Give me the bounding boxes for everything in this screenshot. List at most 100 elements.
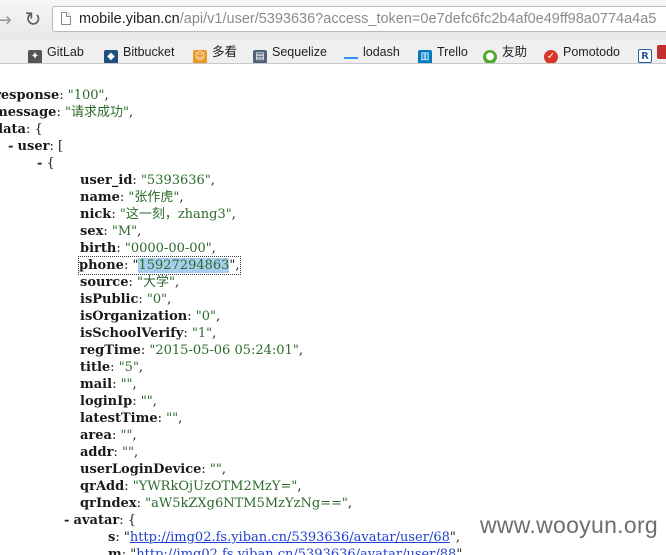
- r-icon: R: [638, 49, 652, 63]
- json-key: user_id: [80, 173, 133, 188]
- json-key: nick: [80, 207, 112, 222]
- json-key: qrIndex: [80, 496, 137, 511]
- json-value: "": [209, 462, 222, 477]
- json-value: "2015-05-06 05:24:01": [149, 343, 299, 358]
- json-key: isSchoolVerify: [80, 326, 184, 341]
- json-line-addr: addr: "",: [80, 445, 139, 460]
- json-value: "": [166, 411, 179, 426]
- gitlab-icon: ✦: [28, 50, 42, 63]
- json-line-birth: birth: "0000-00-00",: [80, 241, 216, 256]
- json-key: regTime: [80, 343, 141, 358]
- json-line-source: source: "大学",: [80, 275, 180, 290]
- json-value: "0": [146, 292, 168, 307]
- json-value: "1": [191, 326, 213, 341]
- address-bar[interactable]: mobile.yiban.cn/api/v1/user/5393636?acce…: [52, 6, 666, 32]
- collapse-toggle[interactable]: -: [8, 139, 13, 154]
- forward-arrow-icon[interactable]: →: [0, 10, 16, 30]
- json-key: latestTime: [80, 411, 158, 426]
- json-key: addr: [80, 445, 114, 460]
- pomotodo-icon: ✓: [544, 50, 558, 63]
- json-line-user: - user: [: [8, 139, 64, 154]
- bookmark-label: Trello: [437, 45, 468, 59]
- avatar-m-link[interactable]: http://img02.fs.yiban.cn/5393636/avatar/…: [136, 547, 456, 555]
- json-key: title: [80, 360, 111, 375]
- bookmark-label: Sequelize: [272, 45, 327, 59]
- json-value: "5": [118, 360, 139, 375]
- sequelize-icon: ▤: [253, 50, 267, 63]
- bookmark-duokan[interactable]: ☺ 多看: [193, 43, 238, 63]
- collapse-toggle[interactable]: -: [64, 513, 69, 528]
- watermark: www.wooyun.org: [479, 512, 658, 538]
- json-value: "aW5kZXg6NTM5MzYzNg==": [145, 496, 348, 511]
- json-key: source: [80, 275, 129, 290]
- bookmark-overflow[interactable]: 扬: [657, 43, 666, 61]
- youzhu-icon: ●: [483, 50, 497, 63]
- json-line-isSchoolVerify: isSchoolVerify: "1",: [80, 326, 217, 341]
- bookmark-lodash[interactable]: lodash: [344, 43, 400, 61]
- bookmark-sequelize[interactable]: ▤ Sequelize: [253, 43, 327, 63]
- json-key: userLoginDevice: [80, 462, 202, 477]
- json-value: "": [120, 377, 133, 392]
- json-line-isOrganization: isOrganization: "0",: [80, 309, 221, 324]
- json-value: "这一刻，zhang3": [119, 207, 232, 222]
- json-key: loginIp: [80, 394, 133, 409]
- json-line-mail: mail: "",: [80, 377, 137, 392]
- bookmark-icon: [657, 45, 666, 59]
- json-key: sex: [80, 224, 104, 239]
- json-line-avatar: - avatar: {: [64, 513, 137, 528]
- bookmark-label: 友助: [502, 45, 528, 59]
- bookmark-label: Pomotodo: [563, 45, 620, 59]
- url-text[interactable]: mobile.yiban.cn/api/v1/user/5393636?acce…: [79, 11, 656, 28]
- bookmark-pomotodo[interactable]: ✓ Pomotodo: [544, 43, 620, 63]
- json-key: qrAdd: [80, 479, 125, 494]
- json-line-avatar-s: s: "http://img02.fs.yiban.cn/5393636/ava…: [108, 530, 461, 545]
- bookmark-youzhu[interactable]: ● 友助: [483, 43, 528, 63]
- json-line-area: area: "",: [80, 428, 137, 443]
- bookmarks-bar: 用 ✦ GitLab ◆ Bitbucket ☺ 多看 ▤ Sequelize loda…: [0, 40, 666, 64]
- json-value-selected[interactable]: 15927294863: [138, 258, 230, 273]
- json-line-regTime: regTime: "2015-05-06 05:24:01",: [80, 343, 303, 358]
- json-line-avatar-m: m: "http://img02.fs.yiban.cn/5393636/ava…: [108, 546, 466, 555]
- browser-toolbar: → ↻ mobile.yiban.cn/api/v1/user/5393636?…: [0, 0, 666, 40]
- json-line-nick: nick: "这一刻，zhang3",: [80, 207, 236, 222]
- json-value: "M": [111, 224, 138, 239]
- json-line-data: data: {: [0, 122, 43, 137]
- json-key: birth: [80, 241, 117, 256]
- json-line-name: name: "张作虎",: [80, 190, 184, 205]
- json-key: isPublic: [80, 292, 139, 307]
- json-line-latestTime: latestTime: "",: [80, 411, 183, 426]
- page-icon: [61, 12, 71, 25]
- json-line-user_id: user_id: "5393636",: [80, 173, 215, 188]
- json-value: "0000-00-00": [124, 241, 212, 256]
- bookmark-bitbucket[interactable]: ◆ Bitbucket: [104, 43, 175, 63]
- json-line-isPublic: isPublic: "0",: [80, 292, 172, 307]
- bookmark-label: 多看: [212, 45, 238, 59]
- json-value: "大学": [137, 275, 175, 290]
- collapse-toggle[interactable]: -: [37, 156, 42, 171]
- bookmark-label: 用: [0, 45, 1, 59]
- bookmark-apps[interactable]: 用: [0, 43, 1, 61]
- json-line-loginIp: loginIp: "",: [80, 394, 157, 409]
- json-line-response: response: "100",: [0, 88, 109, 103]
- json-value: "0": [195, 309, 216, 324]
- json-value: "5393636": [140, 173, 211, 188]
- bookmark-r[interactable]: R: [638, 43, 657, 63]
- json-value: "": [120, 428, 133, 443]
- json-key: area: [80, 428, 112, 443]
- json-value: "": [121, 445, 134, 460]
- duokan-icon: ☺: [193, 50, 207, 63]
- bitbucket-icon: ◆: [104, 50, 118, 63]
- bookmark-label: Bitbucket: [123, 45, 175, 59]
- avatar-s-link[interactable]: http://img02.fs.yiban.cn/5393636/avatar/…: [130, 530, 450, 545]
- json-key: isOrganization: [80, 309, 188, 324]
- url-path: /api/v1/user/5393636?access_token=0e7def…: [179, 11, 657, 27]
- json-key: phone: [79, 258, 124, 273]
- json-line-userLoginDevice: userLoginDevice: "",: [80, 462, 227, 477]
- bookmark-trello[interactable]: ▥ Trello: [418, 43, 468, 63]
- json-value: "YWRkOjUzOTM2MzY=": [132, 479, 298, 494]
- reload-icon[interactable]: ↻: [22, 8, 44, 30]
- json-line-qrAdd: qrAdd: "YWRkOjUzOTM2MzY=",: [80, 479, 302, 494]
- bookmark-gitlab[interactable]: ✦ GitLab: [28, 43, 84, 63]
- json-value: "张作虎": [128, 190, 180, 205]
- json-line-title: title: "5",: [80, 360, 144, 375]
